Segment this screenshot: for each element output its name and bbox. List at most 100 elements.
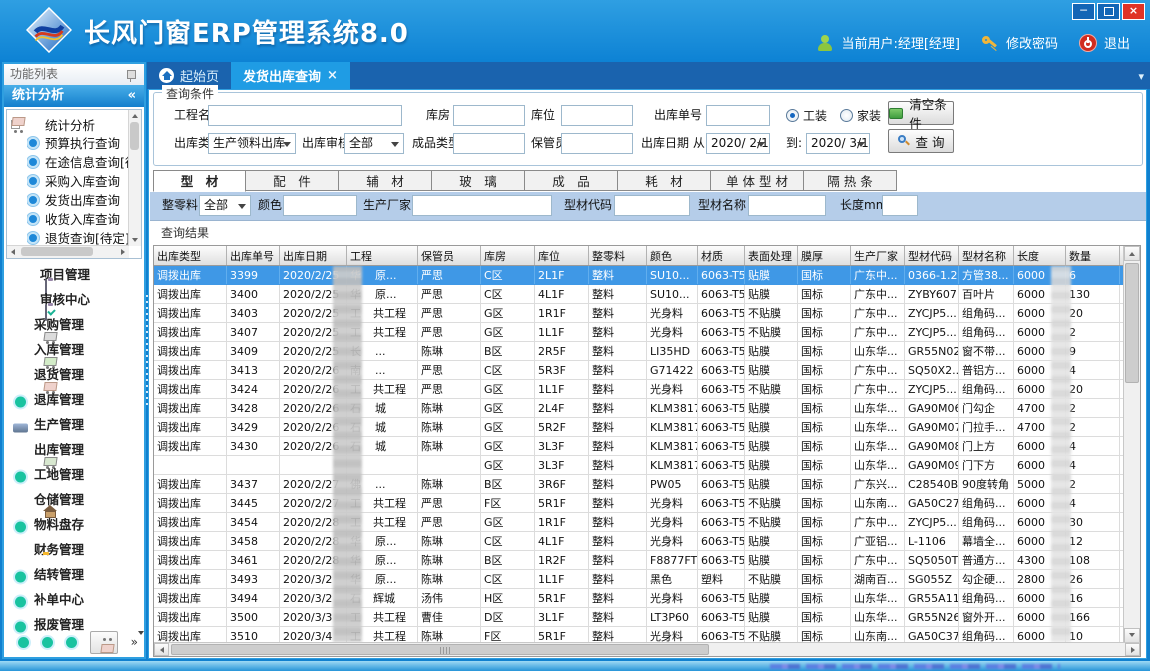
tab-overflow-icon[interactable]: ▾	[1138, 70, 1144, 83]
tree-root[interactable]: 统计分析	[11, 115, 95, 134]
scroll-thumb[interactable]	[1125, 263, 1139, 383]
scroll-down-button[interactable]	[1124, 628, 1140, 643]
cart-module-button[interactable]	[90, 631, 118, 654]
material-tab[interactable]: 配 件	[246, 170, 339, 191]
sidebar-item-仓储管理[interactable]: 仓储管理	[4, 487, 144, 512]
scroll-left-icon[interactable]	[11, 249, 15, 255]
column-header[interactable]: 整零料	[589, 246, 647, 266]
sidebar-item-结转管理[interactable]: 结转管理	[4, 562, 144, 587]
column-header[interactable]: 生产厂家	[851, 246, 905, 266]
material-tab[interactable]: 辅 材	[339, 170, 432, 191]
column-header[interactable]: 颜色	[647, 246, 698, 266]
maker-input[interactable]	[412, 195, 552, 216]
tree-horizontal-scrollbar[interactable]	[7, 245, 129, 258]
column-header[interactable]: 库位	[535, 246, 589, 266]
scroll-thumb[interactable]	[21, 247, 93, 256]
column-header[interactable]: 库房	[481, 246, 535, 266]
module-dot-icon[interactable]	[42, 637, 53, 648]
sidebar-group-header[interactable]: 统计分析 «	[4, 85, 144, 107]
sidebar-item-财务管理[interactable]: 财务管理	[4, 537, 144, 562]
radio-gongzhuang[interactable]: 工装	[786, 105, 827, 126]
sidebar-item-补单中心[interactable]: 补单中心	[4, 587, 144, 612]
table-row[interactable]: 调拨出库34942020/3/2石辉城汤伟H区5R1F整料光身料6063-T5贴…	[154, 589, 1123, 608]
table-row[interactable]: 调拨出库34302020/2/26石城陈琳G区3L3F整料KLM38176063…	[154, 437, 1123, 456]
logout-link[interactable]: 退出	[1104, 33, 1130, 52]
tab-outbound-query[interactable]: 发货出库查询 ×	[231, 62, 350, 89]
sidebar-item-采购管理[interactable]: 采购管理	[4, 312, 144, 337]
table-row[interactable]: 调拨出库34072020/2/25工共工程严思G区1L1F整料光身料6063-T…	[154, 323, 1123, 342]
table-row[interactable]: 调拨出库34002020/2/25华原...严思C区4L1F整料SU10...6…	[154, 285, 1123, 304]
table-row[interactable]: 调拨出库34932020/3/2华原...陈琳C区1L1F整料黑色塑料不贴膜国标…	[154, 570, 1123, 589]
table-row[interactable]: 调拨出库34612020/2/28华原...陈琳B区1R2F整料F8877FT6…	[154, 551, 1123, 570]
length-input[interactable]	[882, 195, 918, 216]
name-input[interactable]	[748, 195, 826, 216]
tree-vertical-scrollbar[interactable]	[128, 110, 141, 246]
sidebar-item-工地管理[interactable]: 工地管理	[4, 462, 144, 487]
table-row[interactable]: 调拨出库34092020/2/25长...陈琳B区2R5F整料LI35HD606…	[154, 342, 1123, 361]
column-header[interactable]: 出库类型	[154, 246, 227, 266]
outbound-type-select[interactable]: 生产领料出库	[208, 133, 296, 154]
scroll-down-icon[interactable]	[132, 238, 138, 242]
table-row[interactable]: 调拨出库34242020/2/26工共工程严思G区1L1F整料光身料6063-T…	[154, 380, 1123, 399]
change-password-link[interactable]: 修改密码	[1006, 33, 1058, 52]
pin-icon[interactable]	[127, 70, 136, 79]
column-header[interactable]: 材质	[698, 246, 745, 266]
grid-vertical-scrollbar[interactable]	[1123, 246, 1140, 643]
sidebar-item-退库管理[interactable]: 退库管理	[4, 387, 144, 412]
scroll-up-button[interactable]	[1124, 246, 1140, 261]
more-modules-button[interactable]: »	[131, 637, 144, 647]
part-select[interactable]: 全部	[199, 195, 251, 216]
column-header[interactable]: 工程	[347, 246, 418, 266]
table-row[interactable]: G区3L3F整料KLM38176063-T5贴膜国标山东华...GA90M09.…	[154, 456, 1123, 475]
tree-item[interactable]: 采购入库查询	[27, 171, 128, 190]
column-header[interactable]: 型材名称	[959, 246, 1014, 266]
column-header[interactable]: 型材代码	[905, 246, 959, 266]
tab-close-icon[interactable]: ×	[327, 69, 338, 82]
table-row[interactable]: 调拨出库35102020/3/4工共工程陈琳F区5R1F整料光身料6063-T5…	[154, 627, 1123, 644]
material-tab[interactable]: 耗 材	[618, 170, 711, 191]
audit-select[interactable]: 全部	[344, 133, 404, 154]
sidebar-item-项目管理[interactable]: 项目管理	[4, 262, 144, 287]
product-type-input[interactable]	[453, 133, 525, 154]
sidebar-item-审核中心[interactable]: 审核中心	[4, 287, 144, 312]
table-row[interactable]: 调拨出库34292020/2/26石城陈琳G区5R2F整料KLM38176063…	[154, 418, 1123, 437]
column-header[interactable]: 出库单号	[227, 246, 280, 266]
table-row[interactable]: 调拨出库35002020/3/3工共工程曹佳D区3L1F整料LT3P606063…	[154, 608, 1123, 627]
date-to-picker[interactable]: 2020/ 3/16	[806, 133, 870, 154]
material-tab[interactable]: 隔 热 条	[804, 170, 897, 191]
table-row[interactable]: 调拨出库34452020/2/27工共工程严思F区5R1F整料光身料6063-T…	[154, 494, 1123, 513]
table-row[interactable]: 调拨出库34032020/2/25工共工程严思G区1R1F整料光身料6063-T…	[154, 304, 1123, 323]
sidebar-item-物料盘存[interactable]: 物料盘存	[4, 512, 144, 537]
scroll-right-button[interactable]	[1125, 643, 1140, 656]
module-dot-icon[interactable]	[18, 637, 29, 648]
scroll-thumb[interactable]	[130, 122, 139, 150]
clear-conditions-button[interactable]: 清空条件	[888, 101, 954, 125]
tree-item[interactable]: 预算执行查询	[27, 133, 128, 152]
table-row[interactable]: 调拨出库34582020/2/28华原...陈琳C区4L1F整料光身料6063-…	[154, 532, 1123, 551]
tree-item[interactable]: 发货出库查询	[27, 190, 128, 209]
code-input[interactable]	[614, 195, 690, 216]
column-header[interactable]: 出库日期	[280, 246, 347, 266]
project-name-input[interactable]	[208, 105, 402, 126]
column-header[interactable]: 保管员	[418, 246, 481, 266]
order-no-input[interactable]	[706, 105, 770, 126]
tree-item[interactable]: 在途信息查询[待	[27, 152, 128, 171]
table-row[interactable]: 调拨出库34132020/2/26南...严思C区5R3F整料G71422606…	[154, 361, 1123, 380]
scroll-thumb[interactable]	[171, 644, 709, 655]
maximize-button[interactable]	[1097, 3, 1120, 20]
scroll-up-icon[interactable]	[132, 114, 138, 118]
column-header[interactable]: 数量	[1066, 246, 1120, 266]
material-tab[interactable]: 成 品	[525, 170, 618, 191]
search-button[interactable]: 查 询	[888, 129, 954, 153]
scroll-left-button[interactable]	[154, 643, 169, 656]
location-input[interactable]	[561, 105, 633, 126]
sidebar-item-入库管理[interactable]: 入库管理	[4, 337, 144, 362]
close-button[interactable]: ×	[1122, 3, 1145, 20]
warehouse-input[interactable]	[453, 105, 525, 126]
column-header[interactable]: 表面处理	[745, 246, 798, 266]
material-tab[interactable]: 单 体 型 材	[711, 170, 804, 191]
minimize-button[interactable]: ─	[1072, 3, 1095, 20]
color-input[interactable]	[283, 195, 357, 216]
sidebar-item-退货管理[interactable]: 退货管理	[4, 362, 144, 387]
tree-item[interactable]: 收货入库查询	[27, 209, 128, 228]
